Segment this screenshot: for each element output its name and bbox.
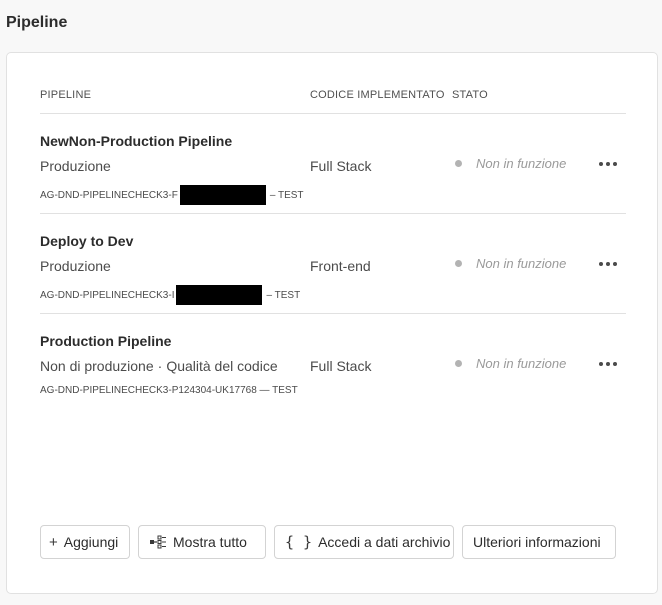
more-icon[interactable] bbox=[596, 254, 620, 274]
pipeline-id: AG-DND-PIPELINECHECK3-P124304-UK17768 — … bbox=[40, 385, 298, 396]
more-info-button[interactable]: Ulteriori informazioni bbox=[462, 525, 616, 559]
pipeline-id-prefix: AG-DND-PIPELINECHECK3-I bbox=[40, 289, 175, 301]
header-pipeline: PIPELINE bbox=[40, 89, 92, 101]
table-row[interactable]: Deploy to Dev Produzione AG-DND-PIPELINE… bbox=[40, 214, 626, 314]
pipeline-status: Non in funzione bbox=[455, 356, 566, 371]
deployed-code: Front-end bbox=[310, 258, 371, 274]
add-button[interactable]: + Aggiungi bbox=[40, 525, 130, 559]
pipeline-environment: Produzione bbox=[40, 158, 111, 174]
table-header: PIPELINE CODICE IMPLEMENTATO STATO bbox=[40, 81, 626, 114]
pipeline-id-prefix: AG-DND-PIPELINECHECK3-F bbox=[40, 189, 178, 201]
add-button-label: Aggiungi bbox=[63, 534, 119, 550]
header-status: STATO bbox=[452, 89, 488, 101]
archive-data-button-label: Accedi a dati archivio bbox=[318, 534, 451, 550]
pipeline-name[interactable]: Deploy to Dev bbox=[40, 233, 133, 249]
table-row[interactable]: NewNon-Production Pipeline Produzione AG… bbox=[40, 114, 626, 214]
table-row[interactable]: Production Pipeline Non di produzione · Qu… bbox=[40, 314, 626, 414]
pipeline-environment: Produzione bbox=[40, 258, 111, 274]
plus-icon: + bbox=[49, 533, 58, 551]
status-dot-icon bbox=[455, 260, 462, 267]
pipeline-id-suffix: – TEST bbox=[266, 289, 301, 301]
pipeline-id: AG-DND-PIPELINECHECK3-I – TEST bbox=[40, 285, 300, 305]
status-dot-icon bbox=[455, 360, 462, 367]
braces-icon: { } bbox=[285, 533, 313, 551]
more-icon[interactable] bbox=[596, 154, 620, 174]
pipeline-id-suffix: – TEST bbox=[269, 189, 304, 201]
pipeline-name[interactable]: NewNon-Production Pipeline bbox=[40, 133, 232, 149]
redaction-block bbox=[176, 285, 263, 305]
show-all-button[interactable]: Mostra tutto bbox=[138, 525, 266, 559]
archive-data-button[interactable]: { } Accedi a dati archivio bbox=[274, 525, 454, 559]
status-label: Non in funzione bbox=[476, 156, 567, 171]
header-code: CODICE IMPLEMENTATO bbox=[310, 89, 445, 101]
show-all-button-label: Mostra tutto bbox=[173, 534, 247, 550]
pipeline-table: PIPELINE CODICE IMPLEMENTATO STATO NewNo… bbox=[40, 81, 626, 414]
pipeline-name[interactable]: Production Pipeline bbox=[40, 333, 171, 349]
pipeline-id: AG-DND-PIPELINECHECK3-F – TEST bbox=[40, 185, 304, 205]
more-icon[interactable] bbox=[596, 354, 620, 374]
environment-extra: Qualità del codice bbox=[166, 358, 278, 374]
deployed-code: Full Stack bbox=[310, 358, 372, 374]
more-info-button-label: Ulteriori informazioni bbox=[473, 534, 601, 550]
status-label: Non in funzione bbox=[476, 356, 567, 371]
action-bar: + Aggiungi Mostra tutto { } Accedi a dat… bbox=[40, 525, 616, 559]
status-dot-icon bbox=[455, 160, 462, 167]
pipeline-card: PIPELINE CODICE IMPLEMENTATO STATO NewNo… bbox=[6, 52, 658, 594]
status-label: Non in funzione bbox=[476, 256, 567, 271]
redaction-block bbox=[179, 185, 266, 205]
page-title: Pipeline bbox=[6, 14, 68, 31]
pipeline-status: Non in funzione bbox=[455, 156, 566, 171]
pipeline-environment: Non di produzione · Qualità del codice bbox=[40, 358, 278, 374]
separator-dot: · bbox=[157, 358, 163, 374]
pipeline-status: Non in funzione bbox=[455, 256, 566, 271]
deployed-code: Full Stack bbox=[310, 158, 372, 174]
pipeline-list-icon bbox=[149, 535, 167, 549]
environment-type: Non di produzione bbox=[40, 358, 154, 374]
